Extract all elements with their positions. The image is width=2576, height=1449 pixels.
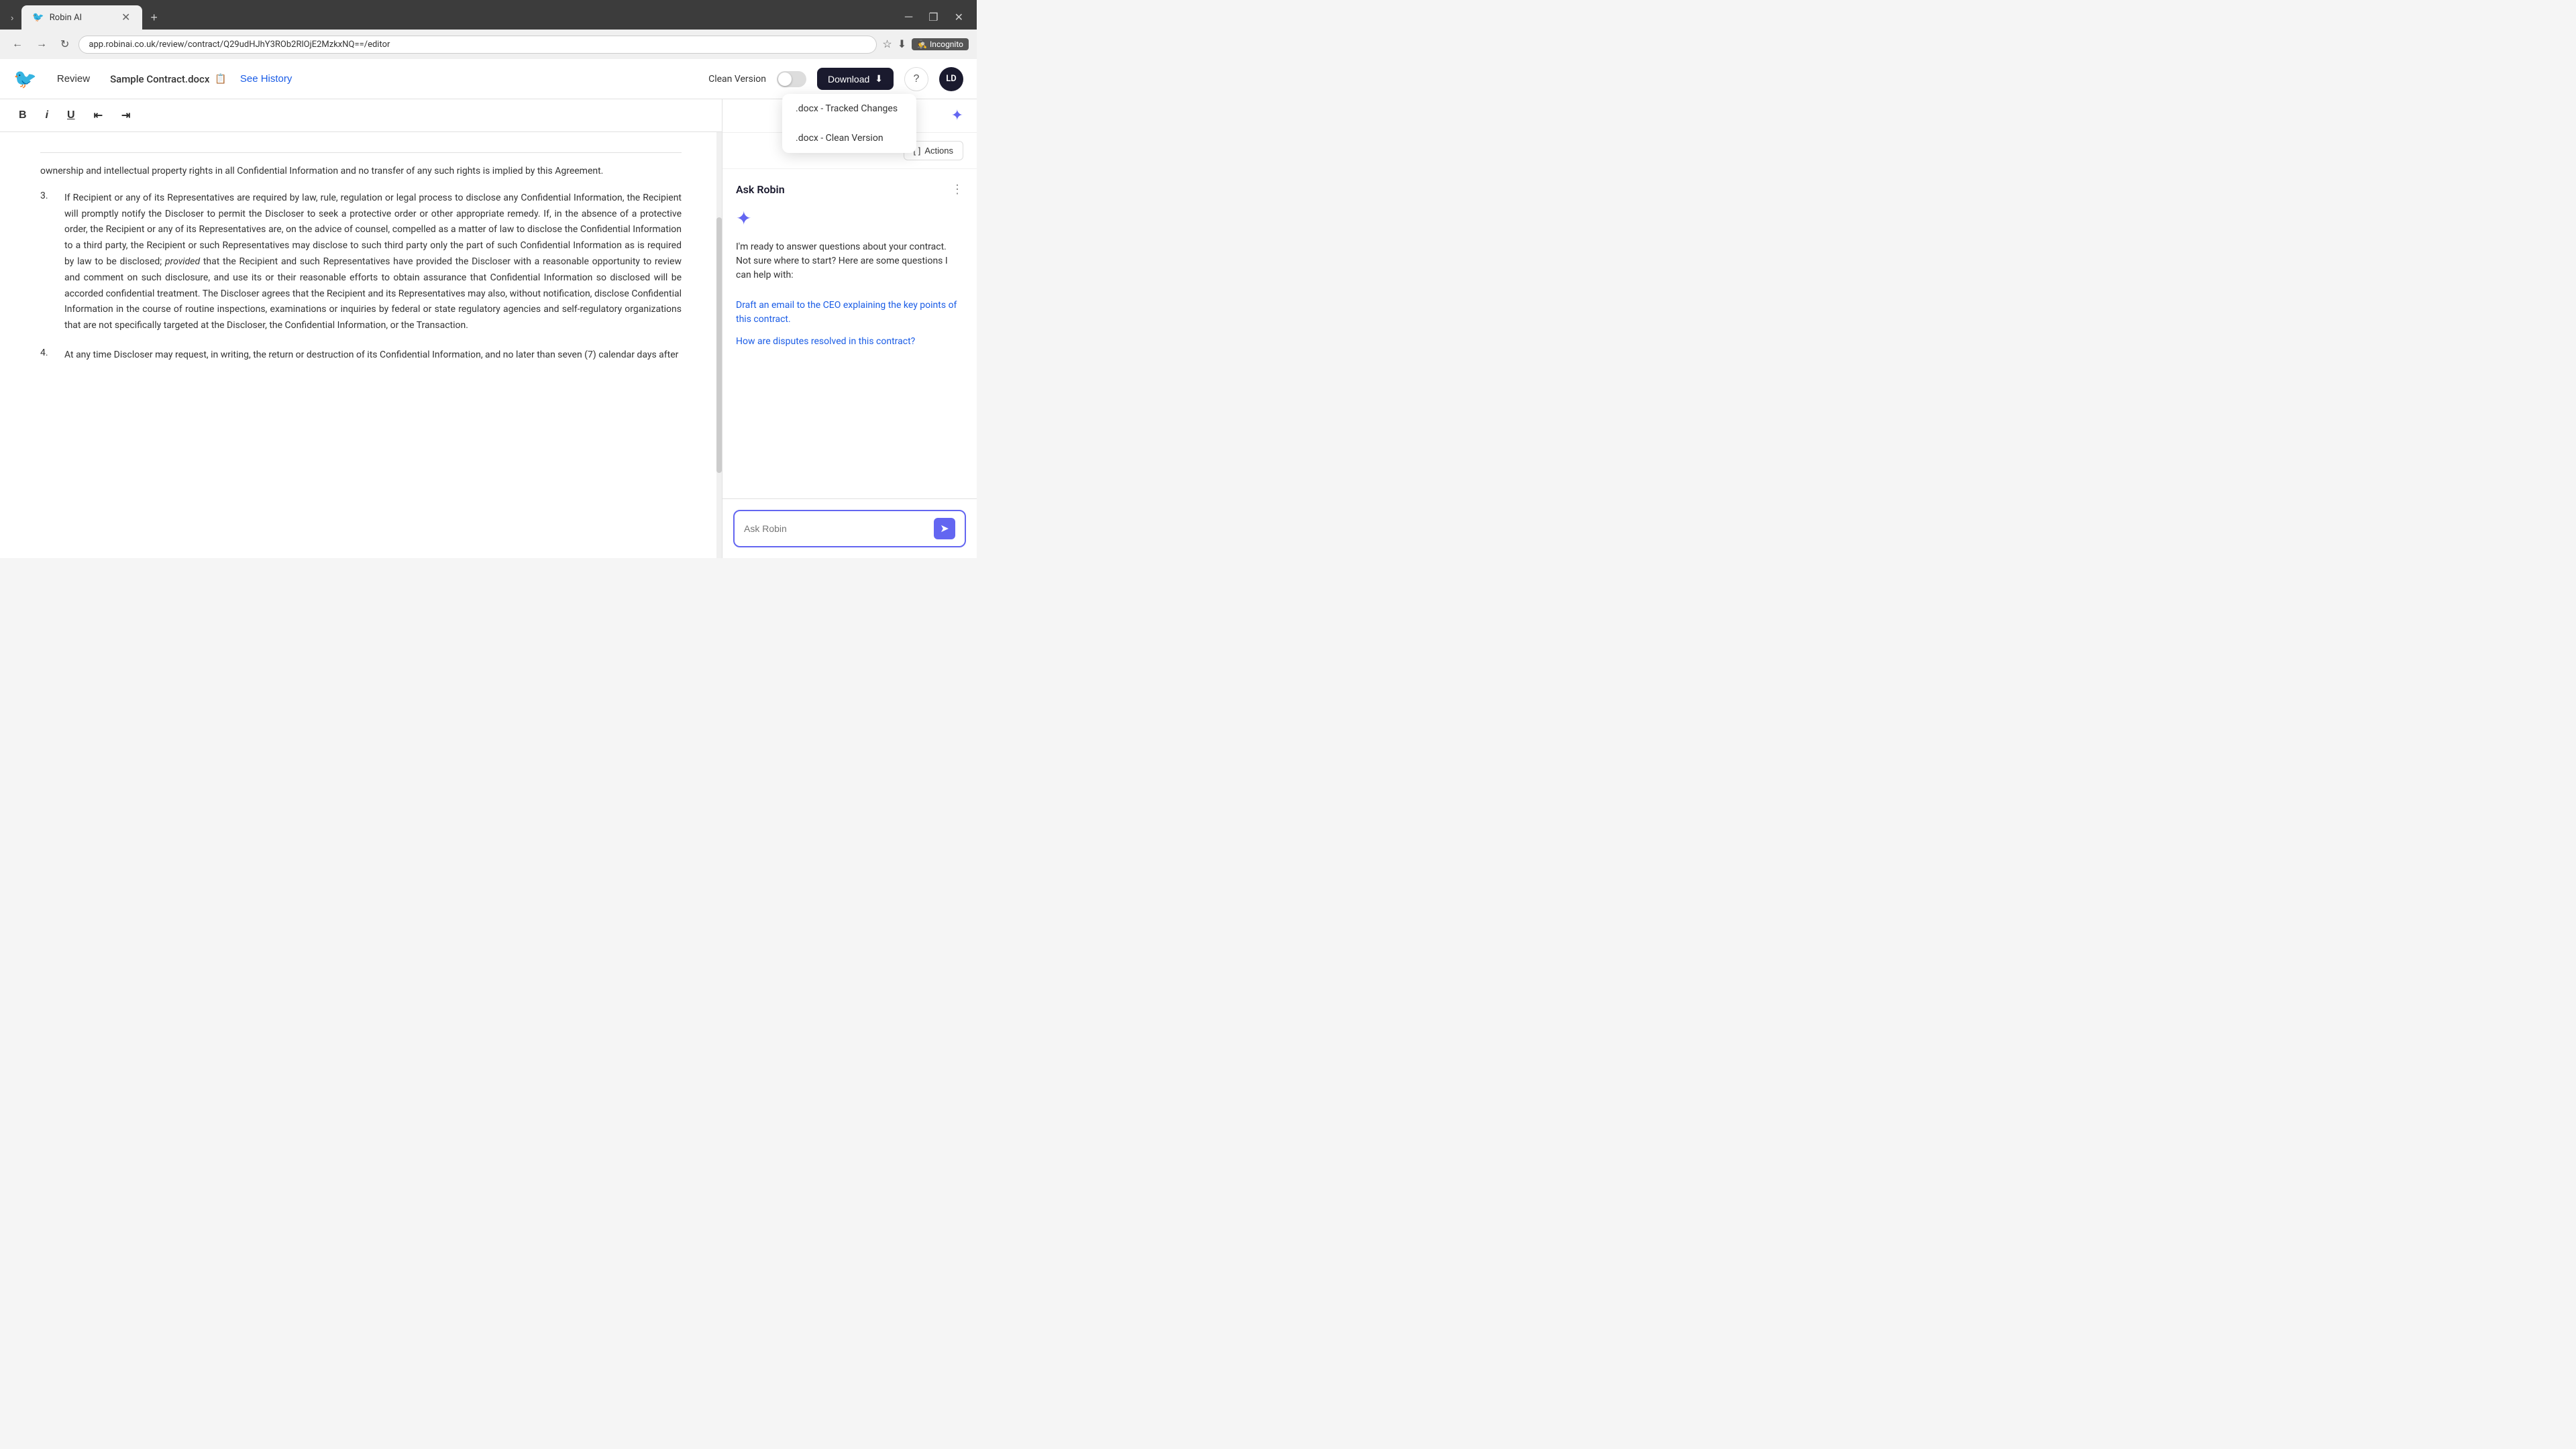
close-window-button[interactable]: ✕ [947,7,971,28]
forward-button[interactable]: → [32,36,51,53]
download-label: Download [828,74,869,85]
address-actions: ☆ ⬇ 🕵 Incognito [882,38,969,51]
suggestion-2[interactable]: How are disputes resolved in this contra… [736,335,963,349]
robin-avatar-area: ✦ [736,207,963,229]
address-bar[interactable]: app.robinai.co.uk/review/contract/Q29udH… [78,36,877,54]
send-button[interactable]: ➤ [934,518,955,539]
incognito-badge: 🕵 Incognito [912,38,969,50]
provided-italic: provided [165,256,200,267]
app-header: 🐦 Review Sample Contract.docx 📋 See Hist… [0,59,977,99]
logo: 🐦 [13,68,37,90]
tab-close-button[interactable]: ✕ [120,11,131,24]
suggestion-1[interactable]: Draft an email to the CEO explaining the… [736,299,963,327]
list-text-4: At any time Discloser may request, in wr… [64,347,682,364]
doc-title-text: Sample Contract.docx [110,73,209,85]
robin-tab-icon: 🐦 [32,12,44,23]
suggested-questions: Draft an email to the CEO explaining the… [736,299,963,349]
review-button[interactable]: Review [50,69,97,89]
list-num-4: 4. [40,347,54,364]
ask-robin-title: Ask Robin [736,183,785,196]
editor-toolbar: B i U ⇤ ⇥ [0,99,722,132]
help-icon: ? [914,73,920,85]
clean-version-label: Clean Version [708,74,766,85]
tab-bar: › 🐦 Robin AI ✕ + ─ ❐ ✕ [0,0,977,30]
download-button[interactable]: Download ⬇ [817,68,894,90]
url-text: app.robinai.co.uk/review/contract/Q29udH… [89,40,867,50]
ask-robin-input-area: ➤ [722,498,977,558]
intro-paragraph: ownership and intellectual property righ… [40,152,682,180]
tab-group-button[interactable]: › [5,10,19,25]
see-history-button[interactable]: See History [240,73,292,85]
active-tab[interactable]: 🐦 Robin AI ✕ [21,5,142,30]
ask-robin-input[interactable] [744,523,928,534]
editor-content[interactable]: ownership and intellectual property righ… [0,132,722,558]
italic-button[interactable]: i [40,107,54,124]
clean-version-toggle[interactable] [777,71,806,87]
avatar-label: LD [946,74,957,84]
maximize-button[interactable]: ❐ [920,7,946,28]
main-layout: B i U ⇤ ⇥ ownership and intellectual pro… [0,99,977,558]
new-tab-button[interactable]: + [145,8,163,28]
scroll-thumb [716,217,722,473]
editor-area: B i U ⇤ ⇥ ownership and intellectual pro… [0,99,722,558]
dropdown-item-clean[interactable]: .docx - Clean Version [782,123,916,153]
tab-title: Robin AI [50,13,82,23]
bookmark-button[interactable]: ☆ [882,38,892,51]
back-button[interactable]: ← [8,36,27,53]
list-text-3: If Recipient or any of its Representativ… [64,191,682,334]
ask-robin-input-wrapper: ➤ [733,510,966,547]
list-item-3: 3. If Recipient or any of its Representa… [40,191,682,334]
indent-right-button[interactable]: ⇥ [116,106,136,125]
incognito-icon: 🕵 [917,40,927,49]
toggle-thumb [778,72,792,86]
send-icon: ➤ [940,522,949,535]
reload-button[interactable]: ↻ [56,35,73,54]
dropdown-item-tracked[interactable]: .docx - Tracked Changes [782,94,916,123]
avatar[interactable]: LD [939,67,963,91]
list-num-3: 3. [40,191,54,334]
download-indicator-button[interactable]: ⬇ [898,38,906,51]
incognito-label: Incognito [930,40,963,49]
scroll-track[interactable] [716,132,722,558]
doc-copy-icon: 📋 [215,74,226,85]
bold-button[interactable]: B [13,107,32,124]
browser-chrome: › 🐦 Robin AI ✕ + ─ ❐ ✕ ← → ↻ app.robinai… [0,0,977,59]
list-item-4: 4. At any time Discloser may request, in… [40,347,682,364]
ask-robin-section: Ask Robin ⋮ ✦ I'm ready to answer questi… [722,169,977,498]
address-bar-row: ← → ↻ app.robinai.co.uk/review/contract/… [0,30,977,59]
indent-left-button[interactable]: ⇤ [89,106,108,125]
minimize-button[interactable]: ─ [897,7,920,28]
underline-button[interactable]: U [62,107,80,124]
window-controls: ─ ❐ ✕ [897,7,971,28]
robin-large-icon: ✦ [736,207,751,229]
download-icon: ⬇ [875,73,883,85]
doc-title-area: Sample Contract.docx 📋 [110,73,227,85]
ask-robin-header: Ask Robin ⋮ [736,182,963,197]
header-right: Clean Version Download ⬇ ? LD [708,67,963,91]
robin-intro-text: I'm ready to answer questions about your… [736,240,963,282]
robin-side-icon: ✦ [951,107,963,124]
sidebar: ✦ [ ] Actions Ask Robin ⋮ ✦ I'm ready to… [722,99,977,558]
help-button[interactable]: ? [904,67,928,91]
logo-icon: 🐦 [13,68,37,90]
download-dropdown: .docx - Tracked Changes .docx - Clean Ve… [782,94,916,153]
more-options-button[interactable]: ⋮ [951,182,963,197]
